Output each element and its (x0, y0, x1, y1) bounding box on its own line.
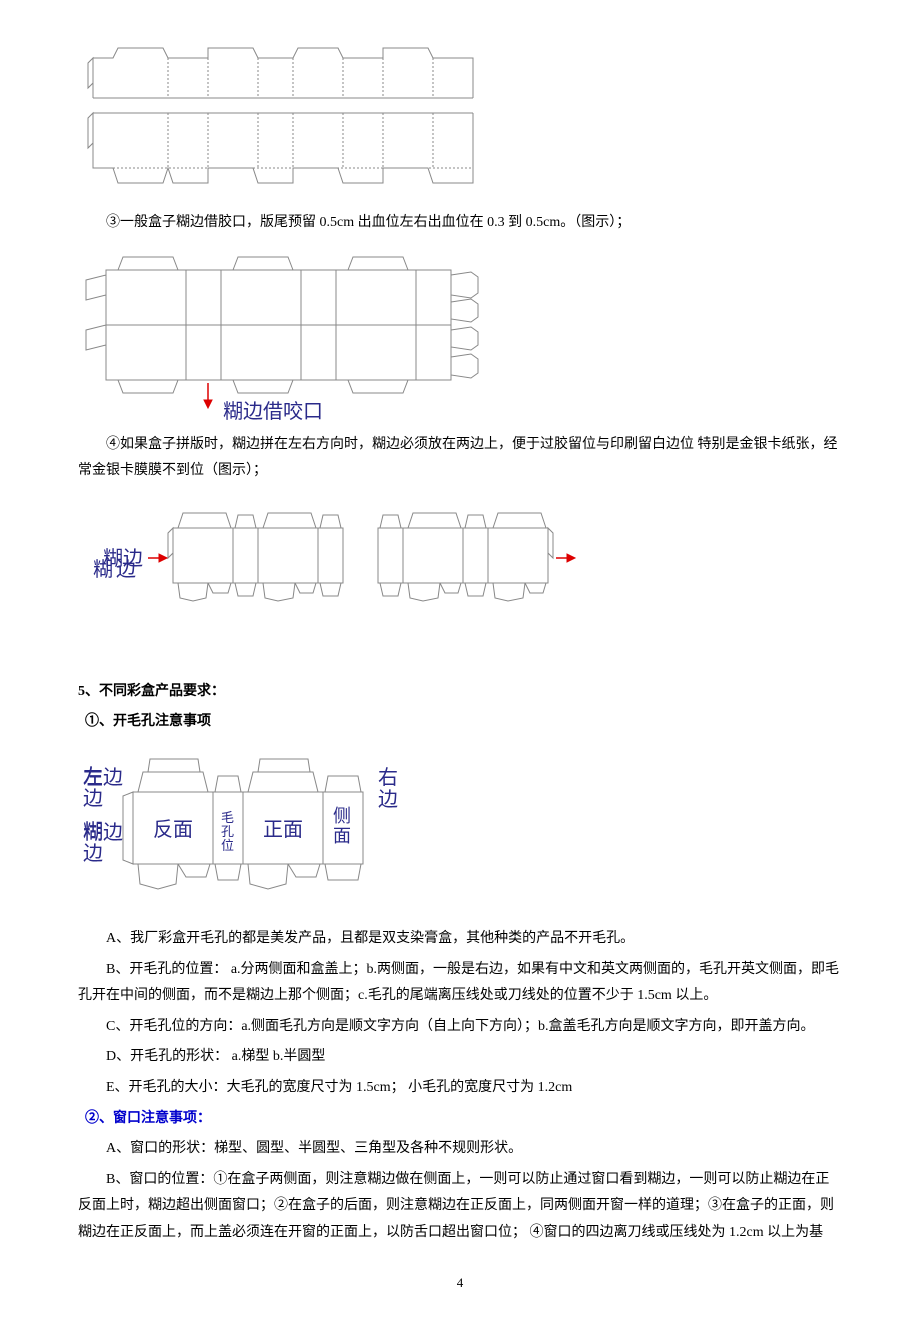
diagram-4-panel-front: 正面 (263, 819, 303, 841)
diagram-4-panel-pore: 毛孔位 (221, 810, 234, 853)
d4-left-top-line1: 左 (83, 766, 103, 788)
dieline-svg-4: 左边 糊边 反面 毛孔位 正面 侧面 右边 (78, 744, 438, 914)
paragraph-3: ③一般盒子糊边借胶口，版尾预留 0.5cm 出血位左右出血位在 0.3 到 0.… (78, 210, 842, 237)
item-5-1-B: B、开毛孔的位置： a.分两侧面和盒盖上；b.两侧面，一般是右边，如果有中文和英… (78, 957, 842, 1010)
diagram-3-right-label: 糊边 (93, 559, 139, 581)
item-5-1-D: D、开毛孔的形状： a.梯型 b.半圆型 (78, 1044, 842, 1071)
d4-left-top-line2: 边 (83, 788, 103, 810)
diagram-4-panel-back: 反面 (153, 818, 193, 841)
item-5-1-E: E、开毛孔的大小：大毛孔的宽度尺寸为 1.5cm； 小毛孔的宽度尺寸为 1.2c… (78, 1075, 842, 1102)
item-5-1-A: A、我厂彩盒开毛孔的都是美发产品，且都是双支染膏盒，其他种类的产品不开毛孔。 (78, 926, 842, 953)
item-5-2-B: B、窗口的位置：①在盒子两侧面，则注意糊边做在侧面上，一则可以防止通过窗口看到糊… (78, 1167, 842, 1247)
diagram-1 (78, 28, 842, 198)
page-number: 4 (78, 1271, 842, 1296)
sub-5-2-title: ②、窗口注意事项： (78, 1106, 842, 1133)
sub-5-1-title: ①、开毛孔注意事项 (78, 709, 842, 736)
diagram-4-right-top: 右边 (378, 766, 398, 811)
d4-left-bot-line2: 边 (83, 843, 103, 865)
section-5-title: 5、不同彩盒产品要求： (78, 679, 842, 706)
item-5-2-A: A、窗口的形状：梯型、圆型、半圆型、三角型及各种不规则形状。 (78, 1136, 842, 1163)
diagram-2: 糊边借咬口 (78, 245, 842, 420)
diagram-4: 左边 糊边 反面 毛孔位 正面 侧面 右边 (78, 744, 842, 914)
dieline-svg-2: 糊边借咬口 (78, 245, 498, 420)
d4-left-bot-line1: 糊 (83, 821, 103, 843)
paragraph-4: ④如果盒子拼版时，糊边拼在左右方向时，糊边必须放在两边上，便于过胶留位与印刷留白… (78, 432, 842, 485)
item-5-1-C: C、开毛孔位的方向：a.侧面毛孔方向是顺文字方向（自上向下方向）；b.盒盖毛孔方… (78, 1014, 842, 1041)
diagram-2-caption: 糊边借咬口 (223, 400, 323, 420)
dieline-svg-3: 糊边 (98, 493, 578, 623)
dieline-svg-1 (78, 28, 483, 198)
diagram-3: 糊边 糊边 (98, 493, 842, 661)
diagram-4-panel-side: 侧面 (333, 806, 351, 846)
